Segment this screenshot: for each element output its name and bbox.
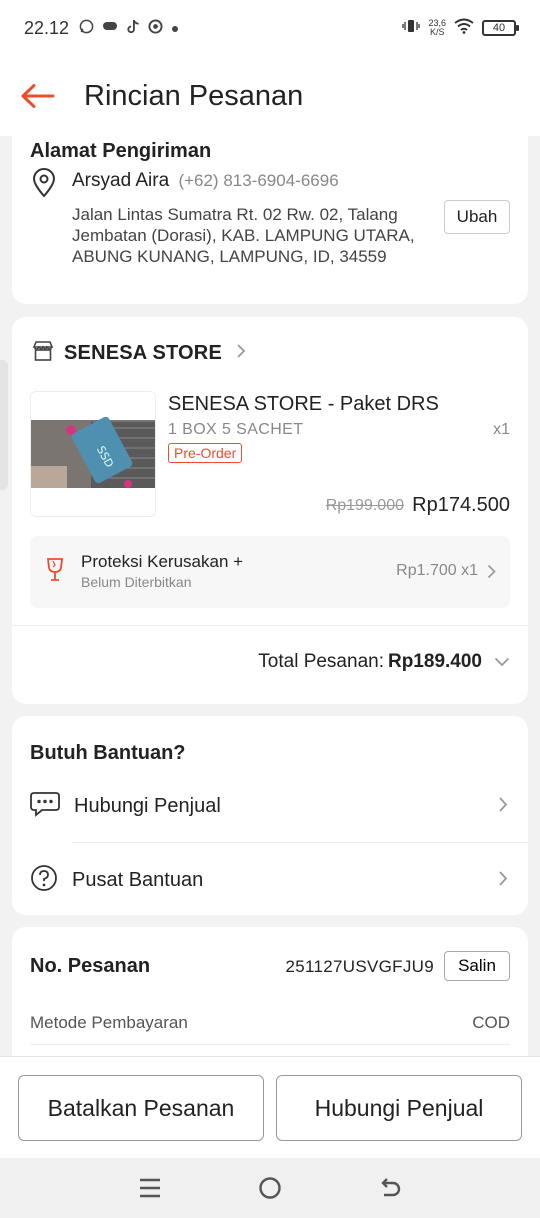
status-right: 23,6 K/S 40	[402, 18, 519, 39]
address-detail: Jalan Lintas Sumatra Rt. 02 Rw. 02, Tala…	[72, 204, 432, 267]
chevron-right-icon	[487, 564, 496, 584]
notification-icons	[79, 18, 179, 38]
help-contact-seller[interactable]: Hubungi Penjual	[12, 770, 528, 842]
vibrate-icon	[402, 18, 421, 39]
preorder-badge: Pre-Order	[168, 443, 243, 463]
home-icon[interactable]	[250, 1168, 290, 1208]
tiktok-icon	[126, 19, 140, 38]
damage-protection-row[interactable]: Proteksi Kerusakan + Belum Diterbitkan R…	[30, 536, 510, 608]
battery-indicator: 40	[482, 20, 519, 36]
product-quantity: x1	[493, 421, 510, 438]
store-order-card: SENESA STORE SSD SENESA STORE - Paket DR…	[12, 317, 528, 704]
page-title: Rincian Pesanan	[84, 79, 304, 112]
question-circle-icon	[30, 864, 58, 897]
chat-bubble-icon	[30, 791, 60, 822]
order-total-amount: Rp189.400	[387, 651, 482, 672]
store-icon	[32, 341, 54, 366]
shipping-address-card: Alamat Pengiriman Arsyad Aira (+62) 813-…	[12, 136, 528, 304]
back-arrow-icon[interactable]	[20, 78, 56, 114]
recipient-phone: (+62) 813-6904-6696	[178, 171, 339, 190]
help-item-label: Hubungi Penjual	[74, 794, 221, 817]
chevron-right-icon	[498, 870, 508, 892]
order-total-row[interactable]: Total Pesanan: Rp189.400	[258, 651, 510, 673]
help-item-label: Pusat Bantuan	[72, 868, 204, 891]
back-nav-icon[interactable]	[370, 1168, 410, 1208]
contact-seller-button[interactable]: Hubungi Penjual	[276, 1075, 522, 1141]
address-line-3: ABUNG KUNANG, LAMPUNG, ID, 34559	[72, 247, 387, 266]
address-line-2: Jembatan (Dorasi), KAB. LAMPUNG UTARA,	[72, 226, 415, 245]
system-navigation-bar	[0, 1158, 540, 1218]
whatsapp-icon	[79, 19, 94, 38]
status-bar: 22.12 23,6 K/S 40	[0, 0, 540, 56]
copy-order-number-button[interactable]: Salin	[444, 951, 510, 981]
divider	[12, 625, 528, 626]
recent-apps-icon[interactable]	[130, 1168, 170, 1208]
side-edge-handle[interactable]	[0, 360, 8, 490]
chevron-right-icon	[236, 343, 246, 364]
original-price: Rp199.000	[325, 497, 404, 514]
cancel-order-button[interactable]: Batalkan Pesanan	[18, 1075, 264, 1141]
status-time: 22.12	[24, 17, 70, 38]
payment-method-label: Metode Pembayaran	[30, 1013, 188, 1032]
shipping-address-heading: Alamat Pengiriman	[30, 140, 212, 162]
location-pin-icon	[32, 168, 56, 203]
order-detail-content[interactable]: Alamat Pengiriman Arsyad Aira (+62) 813-…	[0, 136, 540, 1056]
order-number-label: No. Pesanan	[30, 955, 151, 977]
store-name: SENESA STORE	[64, 342, 222, 364]
divider	[30, 1044, 510, 1045]
product-variant: 1 BOX 5 SACHET	[168, 421, 304, 438]
chevron-right-icon	[498, 796, 508, 818]
help-title: Butuh Bantuan?	[30, 742, 186, 764]
order-number: 251127USVGFJU9	[285, 957, 434, 976]
store-header[interactable]: SENESA STORE	[32, 341, 246, 366]
order-total-label: Total Pesanan:	[258, 651, 384, 672]
protection-title: Proteksi Kerusakan +	[81, 552, 244, 571]
product-name: SENESA STORE - Paket DRS	[168, 393, 439, 415]
recipient-line: Arsyad Aira (+62) 813-6904-6696	[72, 170, 339, 192]
fragile-glass-icon	[46, 558, 64, 587]
order-info-card: No. Pesanan 251127USVGFJU9 Salin Metode …	[12, 927, 528, 1056]
protection-price: Rp1.700 x1	[396, 562, 478, 579]
wifi-icon	[454, 18, 474, 39]
edit-address-button[interactable]: Ubah	[444, 200, 510, 234]
chrome-icon	[148, 18, 163, 38]
recipient-name: Arsyad Aira	[72, 170, 170, 191]
protection-status: Belum Diterbitkan	[81, 574, 192, 590]
bottom-action-bar: Batalkan Pesanan Hubungi Penjual	[0, 1056, 540, 1158]
network-speed: 23,6 K/S	[428, 19, 446, 37]
chevron-down-icon	[494, 657, 510, 667]
divider	[72, 842, 528, 843]
payment-method-value: COD	[472, 1013, 510, 1032]
header: Rincian Pesanan	[0, 56, 540, 136]
more-notifications-dot	[171, 20, 179, 37]
final-price: Rp174.500	[412, 494, 510, 516]
address-line-1: Jalan Lintas Sumatra Rt. 02 Rw. 02, Tala…	[72, 205, 398, 224]
help-card: Butuh Bantuan? Hubungi Penjual Pusat Ban…	[12, 716, 528, 915]
network-speed-unit: K/S	[429, 27, 445, 37]
help-center[interactable]: Pusat Bantuan	[12, 844, 528, 916]
game-icon	[102, 19, 118, 37]
product-image[interactable]: SSD	[30, 391, 156, 517]
